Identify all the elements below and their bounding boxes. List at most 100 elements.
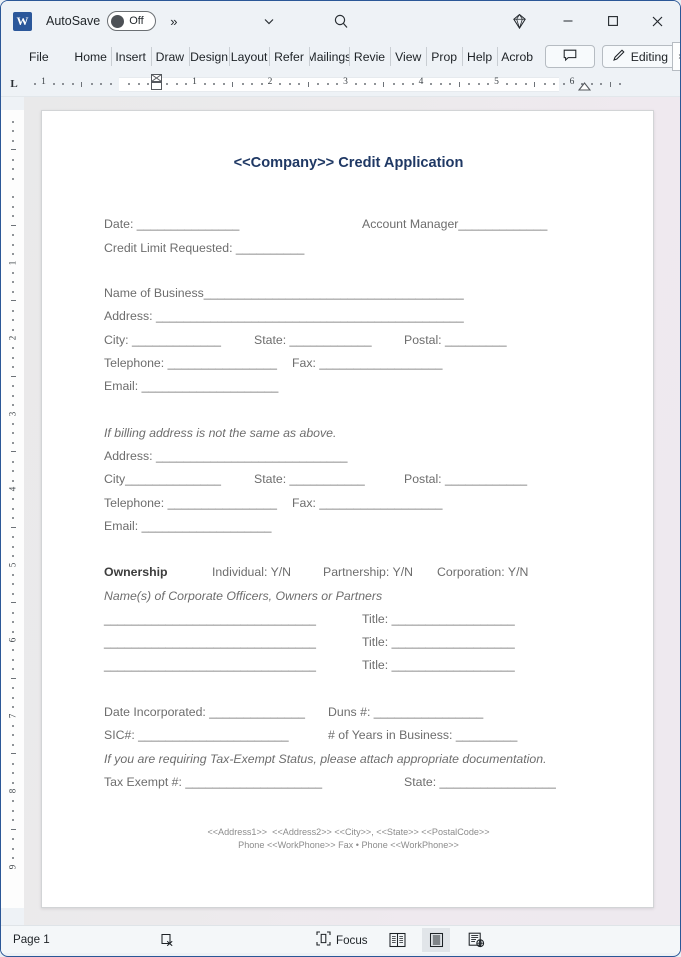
ruler-number: 1 (41, 76, 46, 87)
vertical-ruler-number: 2 (7, 335, 18, 341)
horizontal-ruler[interactable]: L 1 1 2 3 4 5 6 (1, 72, 680, 97)
document-canvas[interactable]: <<Company>> Credit Application Date: ___… (24, 97, 680, 925)
diamond-icon[interactable] (493, 1, 545, 41)
focus-label: Focus (336, 933, 368, 947)
form-line-fax-1[interactable]: Fax: __________________ (292, 356, 442, 370)
web-layout-icon[interactable] (462, 928, 490, 952)
tab-properties[interactable]: Prop (426, 41, 462, 72)
comments-button[interactable] (544, 45, 595, 68)
ruler-number: 3 (343, 76, 348, 87)
vertical-ruler-tick (12, 120, 14, 123)
form-line-fax-2[interactable]: Fax: __________________ (292, 496, 442, 510)
tab-references[interactable]: Refer (269, 41, 309, 72)
vertical-ruler-tick (12, 422, 14, 425)
right-indent-marker[interactable] (578, 81, 591, 91)
vertical-ruler-number: 5 (7, 562, 18, 567)
ruler-tick (100, 82, 103, 85)
form-line-ownership-label[interactable]: Ownership (104, 565, 168, 579)
ruler-tick (147, 82, 150, 85)
autosave-toggle-knob (111, 14, 125, 28)
form-line-state-2[interactable]: State: ___________ (254, 472, 365, 486)
read-mode-icon[interactable] (383, 928, 411, 952)
form-line-officer-blank-2[interactable]: _______________________________ (104, 635, 316, 649)
quick-access-more-button[interactable]: » (170, 14, 177, 29)
form-line-name-of-business[interactable]: Name of Business________________________… (104, 286, 464, 300)
spell-check-icon[interactable] (159, 929, 176, 951)
form-line-account-manager[interactable]: Account Manager_____________ (362, 217, 547, 231)
hanging-indent-marker[interactable] (151, 81, 162, 90)
ruler-tick (373, 82, 376, 85)
form-line-ownership-partnership[interactable]: Partnership: Y/N (323, 565, 413, 579)
ruler-tick (609, 81, 611, 87)
form-line-tax-exempt-number[interactable]: Tax Exempt #: ____________________ (104, 775, 322, 789)
document-page[interactable]: <<Company>> Credit Application Date: ___… (41, 110, 654, 908)
form-line-state-1[interactable]: State: ____________ (254, 333, 372, 347)
page-content-area: <<Company>> Credit Application Date: ___… (42, 111, 653, 907)
form-line-telephone-2[interactable]: Telephone: ________________ (104, 496, 277, 510)
autosave-toggle[interactable]: Off (107, 11, 157, 31)
form-line-address-2[interactable]: Address: ____________________________ (104, 449, 347, 463)
tab-view[interactable]: View (390, 41, 426, 72)
tab-layout[interactable]: Layout (229, 41, 269, 72)
form-line-email-1[interactable]: Email: ____________________ (104, 379, 278, 393)
form-line-address-1[interactable]: Address: _______________________________… (104, 309, 464, 323)
tab-mailings[interactable]: Mailings (308, 41, 349, 72)
form-line-ownership-individual[interactable]: Individual: Y/N (212, 565, 291, 579)
form-line-officer-title-2[interactable]: Title: __________________ (362, 635, 515, 649)
form-line-duns[interactable]: Duns #: ________________ (328, 705, 483, 719)
title-bar: W AutoSave Off » (1, 1, 680, 41)
page-number-label[interactable]: Page 1 (13, 933, 50, 946)
close-button[interactable] (635, 1, 680, 41)
vertical-ruler-tick (11, 753, 16, 755)
print-layout-icon[interactable] (422, 928, 450, 952)
editing-dropdown-caret[interactable]: › (672, 42, 680, 71)
form-line-email-2[interactable]: Email: ___________________ (104, 519, 272, 533)
tab-design[interactable]: Design (189, 41, 229, 72)
focus-mode-button[interactable]: Focus (316, 926, 368, 954)
form-line-tax-exempt-note[interactable]: If you are requiring Tax-Exempt Status, … (104, 752, 547, 766)
form-line-telephone-1[interactable]: Telephone: ________________ (104, 356, 277, 370)
form-line-date[interactable]: Date: _______________ (104, 217, 239, 231)
form-line-sic[interactable]: SIC#: ______________________ (104, 728, 289, 742)
maximize-button[interactable] (590, 1, 635, 41)
search-icon[interactable] (328, 8, 354, 34)
vertical-ruler-tick (12, 328, 14, 331)
form-line-officer-title-1[interactable]: Title: __________________ (362, 612, 515, 626)
ruler-tick (90, 82, 93, 85)
form-line-city-1[interactable]: City: _____________ (104, 333, 221, 347)
chevron-down-icon[interactable] (256, 8, 282, 34)
form-line-officers-note[interactable]: Name(s) of Corporate Officers, Owners or… (104, 589, 382, 603)
tab-stop-selector[interactable]: L (1, 78, 27, 90)
form-line-ownership-corporation[interactable]: Corporation: Y/N (437, 565, 528, 579)
pencil-icon (612, 48, 626, 65)
form-line-officer-blank-3[interactable]: _______________________________ (104, 658, 316, 672)
form-line-officer-blank-1[interactable]: _______________________________ (104, 612, 316, 626)
vertical-ruler-tick (11, 677, 16, 679)
document-work-area: 1 2 3 4 5 6 7 8 9 <<Company>> Credit Application… (1, 97, 680, 925)
minimize-button[interactable] (545, 1, 590, 41)
tab-acrobat[interactable]: Acrob (497, 41, 537, 72)
form-line-date-incorporated[interactable]: Date Incorporated: ______________ (104, 705, 305, 719)
form-line-billing-note[interactable]: If billing address is not the same as ab… (104, 426, 336, 440)
tab-review[interactable]: Revie (348, 41, 390, 72)
form-line-city-2[interactable]: City______________ (104, 472, 221, 486)
form-line-years-in-business[interactable]: # of Years in Business: _________ (328, 728, 517, 742)
form-line-officer-title-3[interactable]: Title: __________________ (362, 658, 515, 672)
ruler-tick (52, 82, 55, 85)
vertical-ruler[interactable]: 1 2 3 4 5 6 7 8 9 (1, 97, 24, 925)
form-line-postal-2[interactable]: Postal: ____________ (404, 472, 527, 486)
vertical-ruler-tick (12, 573, 14, 576)
ruler-tick (298, 82, 301, 85)
tab-home[interactable]: Home (71, 41, 111, 72)
vertical-ruler-tick (12, 743, 14, 746)
tab-insert[interactable]: Insert (110, 41, 151, 72)
form-line-postal-1[interactable]: Postal: _________ (404, 333, 507, 347)
editing-button[interactable]: Editing (601, 45, 678, 68)
vertical-ruler-tick (11, 602, 16, 604)
ruler-tick (553, 82, 556, 85)
tab-draw[interactable]: Draw (150, 41, 189, 72)
tab-help[interactable]: Help (462, 41, 497, 72)
tab-file[interactable]: File (19, 41, 59, 72)
form-line-credit-limit[interactable]: Credit Limit Requested: __________ (104, 241, 304, 255)
form-line-tax-exempt-state[interactable]: State: _________________ (404, 775, 556, 789)
